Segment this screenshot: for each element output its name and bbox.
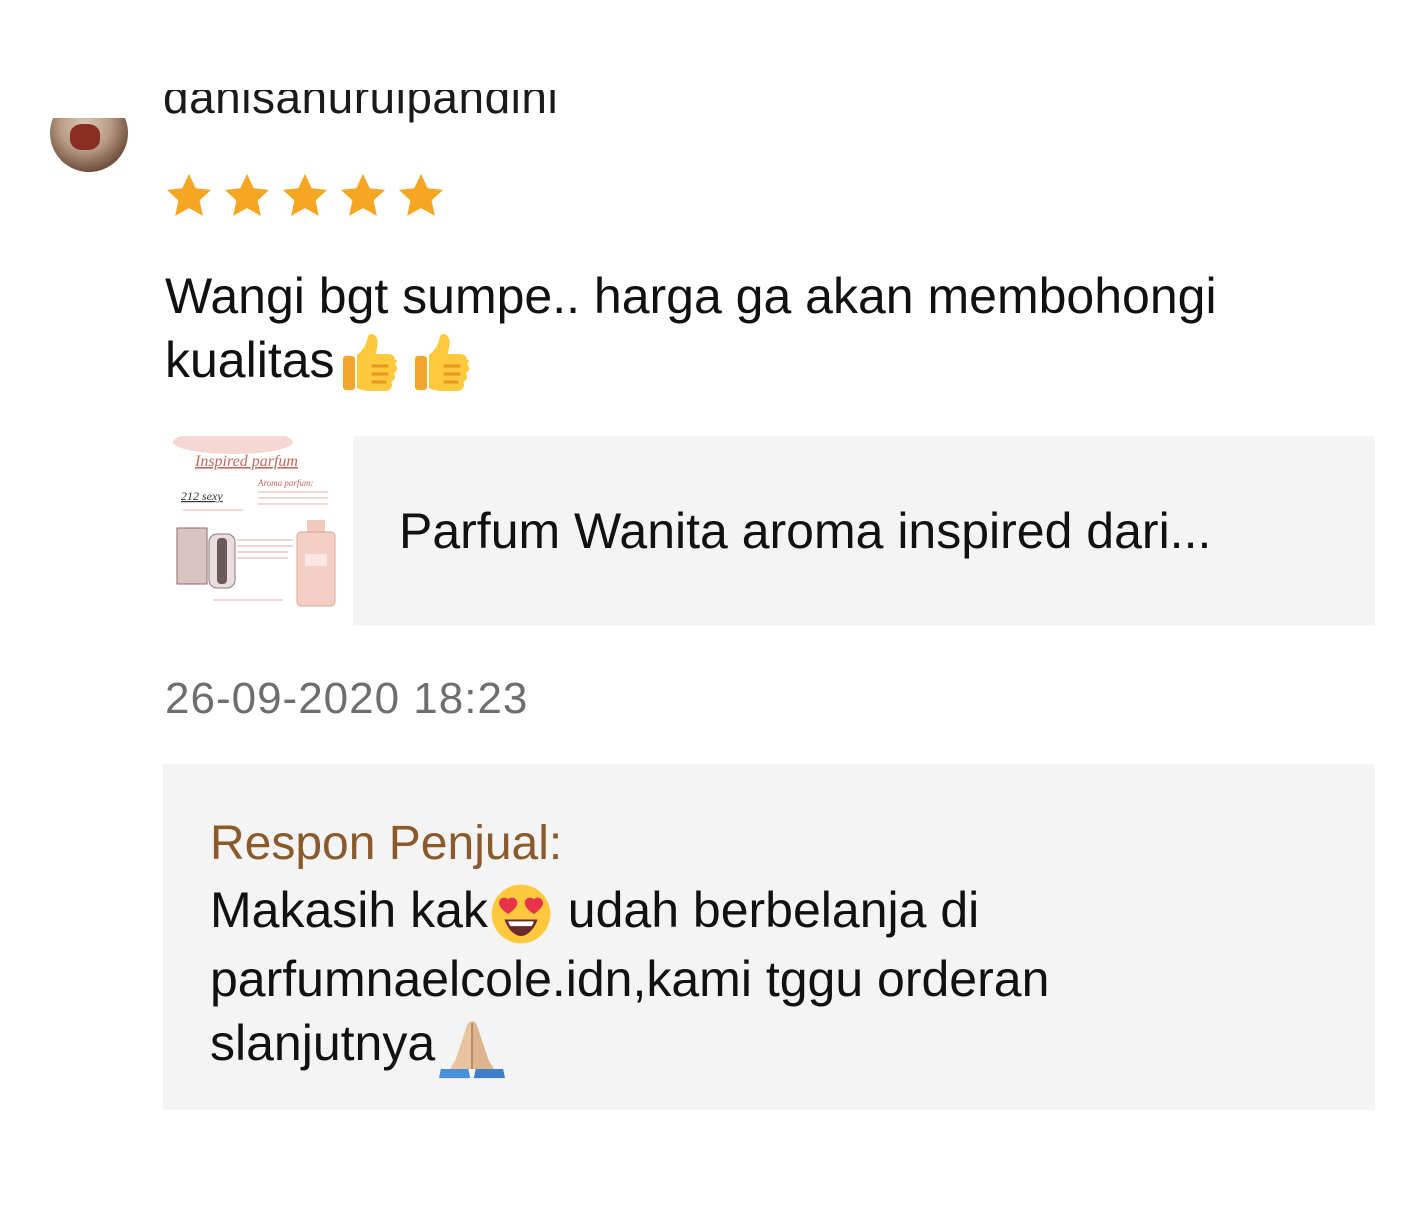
review-comment-text: Wangi bgt sumpe.. harga ga akan membohon… bbox=[165, 268, 1217, 389]
thumbnail-title: Inspired parfum bbox=[194, 453, 298, 470]
thumbnail-subtitle: Aroma parfum: bbox=[257, 478, 313, 488]
product-thumbnail[interactable]: Inspired parfum Aroma parfum: 212 sexy bbox=[163, 436, 353, 626]
star-icon bbox=[224, 173, 270, 216]
seller-response-text-part1: Makasih kak bbox=[210, 882, 488, 938]
username[interactable]: danisanurulpandini bbox=[163, 90, 558, 122]
star-icon bbox=[166, 173, 212, 216]
seller-response: Respon Penjual: Makasih kak udah berbela… bbox=[163, 764, 1375, 1110]
product-thumbnail-image: Inspired parfum Aroma parfum: 212 sexy bbox=[163, 436, 353, 626]
thumbs-up-icon bbox=[414, 334, 469, 391]
folded-hands-icon bbox=[439, 1020, 506, 1078]
star-icon bbox=[340, 173, 386, 216]
seller-response-text: Makasih kak udah berbelanja di parfumnae… bbox=[210, 878, 1270, 1080]
review-card: danisanurulpandini Wangi bgt sumpe.. har… bbox=[0, 0, 1422, 1225]
seller-response-label: Respon Penjual: bbox=[210, 817, 563, 870]
star-icon bbox=[282, 173, 328, 216]
heart-eyes-icon bbox=[491, 884, 551, 944]
avatar[interactable] bbox=[50, 118, 128, 172]
thumbs-up-icon bbox=[342, 334, 397, 391]
product-link[interactable]: Inspired parfum Aroma parfum: 212 sexy P… bbox=[163, 436, 1375, 626]
star-icon bbox=[398, 173, 444, 216]
username-container: danisanurulpandini bbox=[163, 90, 863, 132]
review-comment: Wangi bgt sumpe.. harga ga akan membohon… bbox=[165, 264, 1365, 400]
product-name[interactable]: Parfum Wanita aroma inspired dari... bbox=[399, 502, 1211, 560]
star-rating bbox=[163, 170, 447, 222]
review-timestamp: 26-09-2020 18:23 bbox=[165, 674, 529, 723]
product-info[interactable]: Parfum Wanita aroma inspired dari... bbox=[353, 436, 1375, 626]
thumbnail-label: 212 sexy bbox=[181, 489, 223, 503]
